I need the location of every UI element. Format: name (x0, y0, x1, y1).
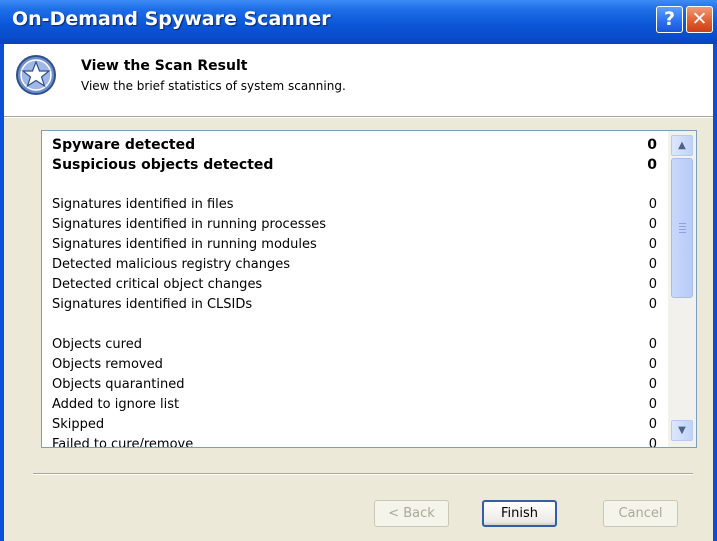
result-row: Added to ignore list 0 (52, 397, 657, 417)
result-row: Signatures identified in CLSIDs 0 (52, 297, 657, 317)
result-label: Detected critical object changes (52, 277, 263, 292)
header-subtitle: View the brief statistics of system scan… (81, 79, 346, 93)
result-value: 0 (648, 417, 657, 432)
result-row: Signatures identified in running modules… (52, 237, 657, 257)
header-divider-highlight (4, 117, 713, 118)
footer-divider-highlight (33, 474, 693, 475)
scroll-up-button[interactable]: ▲ (671, 135, 693, 156)
close-icon: ✕ (691, 8, 708, 30)
result-label: Suspicious objects detected (52, 157, 274, 173)
help-icon: ? (663, 8, 676, 30)
result-row: Detected malicious registry changes 0 (52, 257, 657, 277)
result-value: 0 (648, 197, 657, 212)
result-value: 0 (648, 397, 657, 412)
results-rows: Spyware detected 0 Suspicious objects dete… (42, 131, 669, 447)
thumb-grip-line (679, 223, 686, 224)
result-row: Objects quarantined 0 (52, 377, 657, 397)
result-row: Spyware detected 0 (52, 137, 657, 157)
result-value: 0 (648, 337, 657, 352)
dialog-window: On-Demand Spyware Scanner ? ✕ View the S… (0, 0, 717, 541)
result-label: Signatures identified in files (52, 197, 234, 212)
result-row: Suspicious objects detected 0 (52, 157, 657, 177)
result-label: Spyware detected (52, 137, 196, 153)
vertical-scrollbar[interactable]: ▲ ▼ (668, 131, 696, 447)
close-button[interactable]: ✕ (686, 6, 713, 33)
scan-results-list[interactable]: Spyware detected 0 Suspicious objects dete… (41, 130, 697, 448)
dialog-body: View the Scan Result View the brief stat… (4, 44, 713, 541)
result-value: 0 (648, 377, 657, 392)
thumb-grip-line (679, 226, 686, 227)
result-value: 0 (648, 277, 657, 292)
chevron-up-icon: ▲ (678, 140, 686, 151)
result-label: Added to ignore list (52, 397, 180, 412)
result-label: Objects cured (52, 337, 142, 352)
result-value: 0 (647, 157, 657, 173)
result-value: 0 (648, 297, 657, 312)
result-label: Failed to cure/remove (52, 437, 194, 447)
scroll-down-button[interactable]: ▼ (671, 420, 693, 441)
header-title: View the Scan Result (81, 58, 248, 74)
result-value: 0 (648, 257, 657, 272)
back-button[interactable]: < Back (374, 500, 449, 527)
result-label: Signatures identified in CLSIDs (52, 297, 253, 312)
star-shield-icon (16, 55, 56, 95)
scrollbar-thumb[interactable] (671, 158, 693, 298)
result-row: Detected critical object changes 0 (52, 277, 657, 297)
window-title: On-Demand Spyware Scanner (12, 8, 331, 30)
result-value: 0 (647, 137, 657, 153)
finish-button[interactable]: Finish (482, 500, 557, 527)
chevron-down-icon: ▼ (678, 425, 686, 436)
result-row: Skipped 0 (52, 417, 657, 437)
result-label: Objects quarantined (52, 377, 185, 392)
cancel-button[interactable]: Cancel (603, 500, 678, 527)
result-row: Objects removed 0 (52, 357, 657, 377)
result-label: Detected malicious registry changes (52, 257, 291, 272)
thumb-grip-line (679, 229, 686, 230)
result-label: Signatures identified in running process… (52, 217, 327, 232)
result-label: Signatures identified in running modules (52, 237, 317, 252)
result-row: Failed to cure/remove 0 (52, 437, 657, 447)
result-label: Skipped (52, 417, 105, 432)
result-value: 0 (648, 237, 657, 252)
result-label: Objects removed (52, 357, 163, 372)
result-value: 0 (648, 437, 657, 447)
help-button[interactable]: ? (656, 6, 683, 33)
thumb-grip-line (679, 232, 686, 233)
result-value: 0 (648, 217, 657, 232)
result-row: Signatures identified in running process… (52, 217, 657, 237)
title-bar[interactable]: On-Demand Spyware Scanner ? ✕ (0, 0, 717, 44)
result-value: 0 (648, 357, 657, 372)
result-row: Objects cured 0 (52, 337, 657, 357)
result-row: Signatures identified in files 0 (52, 197, 657, 217)
wizard-header: View the Scan Result View the brief stat… (4, 44, 713, 116)
